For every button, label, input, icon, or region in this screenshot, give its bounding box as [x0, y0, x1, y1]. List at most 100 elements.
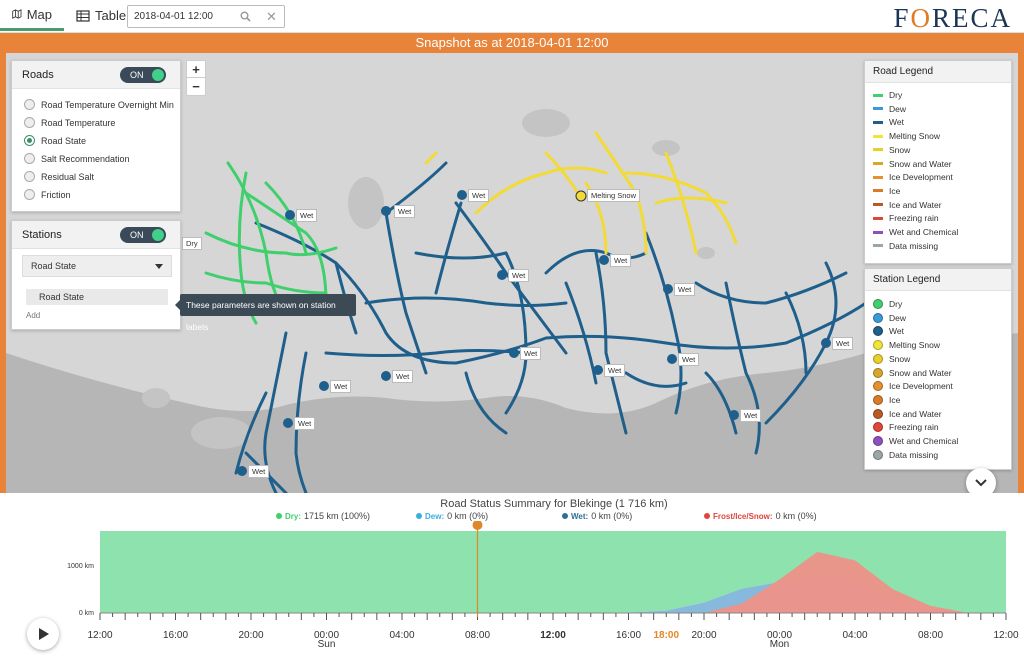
- roads-option-label: Friction: [41, 189, 71, 200]
- x-tick-label: 12:00: [993, 630, 1019, 641]
- station-label[interactable]: Wet: [604, 364, 626, 377]
- station-parameter-select[interactable]: Road State: [22, 255, 172, 277]
- legend-item: Wet and Chemical: [873, 227, 958, 237]
- station-swatch: [873, 381, 883, 392]
- legend-item: Wet: [873, 326, 904, 337]
- legend-label: Ice Development: [889, 381, 953, 392]
- legend-label: Data missing: [889, 240, 939, 251]
- play-button[interactable]: [27, 618, 59, 650]
- legend-label: Dry: [889, 299, 903, 309]
- road-swatch: [873, 189, 883, 193]
- zoom-out-button[interactable]: −: [187, 78, 205, 95]
- station-label[interactable]: Wet: [330, 380, 352, 393]
- search-icon[interactable]: [240, 11, 251, 22]
- legend-item: Snow and Water: [873, 367, 952, 378]
- stat-value: 1715 km (100%): [304, 511, 371, 521]
- station-label[interactable]: Wet: [678, 353, 700, 366]
- legend-label: Ice Development: [889, 172, 953, 183]
- roads-option[interactable]: Friction: [24, 189, 71, 200]
- roads-option[interactable]: Road Temperature Overnight Min: [24, 99, 174, 110]
- legend-label: Ice and Water: [889, 199, 942, 210]
- legend-label: Melting Snow: [889, 131, 941, 142]
- legend-label: Ice: [889, 185, 901, 196]
- station-swatch: [873, 340, 883, 351]
- legend-item: Ice Development: [873, 172, 953, 182]
- tab-table-label: Table: [95, 8, 127, 23]
- legend-label: Wet and Chemical: [889, 227, 959, 237]
- radio-icon: [24, 189, 35, 200]
- station-label[interactable]: Wet: [832, 337, 854, 350]
- station-label[interactable]: Wet: [392, 370, 414, 383]
- station-swatch: [873, 353, 883, 364]
- station-label[interactable]: Wet: [296, 209, 318, 222]
- clear-icon[interactable]: ✕: [266, 9, 277, 25]
- legend-item: Melting Snow: [873, 340, 941, 351]
- station-label[interactable]: Wet: [674, 283, 696, 296]
- station-label[interactable]: Wet: [520, 347, 542, 360]
- summary-panel: Road Status Summary for Blekinge (1 716 …: [0, 493, 1024, 660]
- roads-panel-header: Roads ON: [12, 61, 180, 89]
- station-swatch: [873, 422, 883, 433]
- summary-title: Road Status Summary for Blekinge (1 716 …: [440, 498, 668, 510]
- legend-item: Snow: [873, 353, 911, 364]
- station-label-parameter[interactable]: Road State: [26, 289, 168, 305]
- map-icon: [12, 9, 22, 19]
- road-swatch: [873, 230, 883, 234]
- legend-item: Dry: [873, 299, 902, 309]
- summary-stat: Wet: 0 km (0%): [562, 511, 632, 521]
- station-label[interactable]: Wet: [294, 417, 316, 430]
- x-tick-day: Mon: [769, 639, 790, 650]
- station-label[interactable]: Dry: [182, 237, 202, 250]
- station-swatch: [873, 367, 883, 378]
- station-label[interactable]: Melting Snow: [587, 189, 641, 202]
- x-tick-label: 04:00: [389, 630, 415, 641]
- station-label[interactable]: Wet: [508, 269, 530, 282]
- station-label[interactable]: Wet: [740, 409, 762, 422]
- road-swatch: [873, 244, 883, 248]
- station-swatch: [873, 408, 883, 419]
- roads-option[interactable]: Salt Recommendation: [24, 153, 130, 164]
- legend-label: Wet: [889, 326, 904, 337]
- station-swatch: [873, 326, 883, 337]
- roads-toggle[interactable]: ON: [120, 67, 166, 83]
- road-swatch: [873, 107, 883, 111]
- legend-item: Snow: [873, 145, 910, 155]
- legend-label: Snow: [889, 144, 911, 155]
- legend-item: Data missing: [873, 241, 938, 251]
- road-swatch: [873, 134, 883, 138]
- roads-option[interactable]: Residual Salt: [24, 171, 94, 182]
- roads-option[interactable]: Road State: [24, 135, 86, 146]
- station-swatch: [873, 299, 883, 309]
- radio-icon: [24, 135, 35, 146]
- legend-item: Wet: [873, 117, 904, 127]
- legend-label: Dew: [889, 103, 907, 114]
- station-label[interactable]: Wet: [248, 465, 270, 478]
- summary-stat: Frost/Ice/Snow: 0 km (0%): [704, 511, 817, 521]
- legend-label: Ice and Water: [889, 408, 942, 419]
- legend-item: Ice and Water: [873, 408, 942, 419]
- legend-label: Dew: [889, 312, 907, 323]
- legend-item: Dew: [873, 104, 906, 114]
- station-label[interactable]: Wet: [394, 205, 416, 218]
- add-parameter-link[interactable]: Add: [26, 311, 40, 320]
- stat-dot-icon: [704, 513, 710, 519]
- snapshot-banner: Snapshot as at 2018-04-01 12:00: [415, 35, 609, 50]
- legend-item: Freezing rain: [873, 213, 939, 223]
- date-input[interactable]: [134, 9, 234, 24]
- zoom-control: + −: [186, 60, 206, 96]
- road-legend: Road Legend Dry Dew Wet Melting Snow Snow Sno…: [864, 60, 1012, 264]
- station-label[interactable]: Wet: [610, 254, 632, 267]
- roads-option[interactable]: Road Temperature: [24, 117, 115, 128]
- legend-label: Wet: [889, 117, 904, 128]
- legend-label: Data missing: [889, 449, 939, 460]
- station-label[interactable]: Wet: [468, 189, 490, 202]
- legend-label: Snow and Water: [889, 158, 952, 169]
- legend-label: Melting Snow: [889, 340, 941, 351]
- roads-panel-title: Roads: [22, 69, 54, 81]
- stations-toggle[interactable]: ON: [120, 227, 166, 243]
- radio-icon: [24, 99, 35, 110]
- zoom-in-button[interactable]: +: [187, 61, 205, 78]
- tab-map[interactable]: Map: [0, 0, 64, 31]
- legend-label: Snow: [889, 353, 911, 364]
- tab-map-label: Map: [26, 6, 52, 22]
